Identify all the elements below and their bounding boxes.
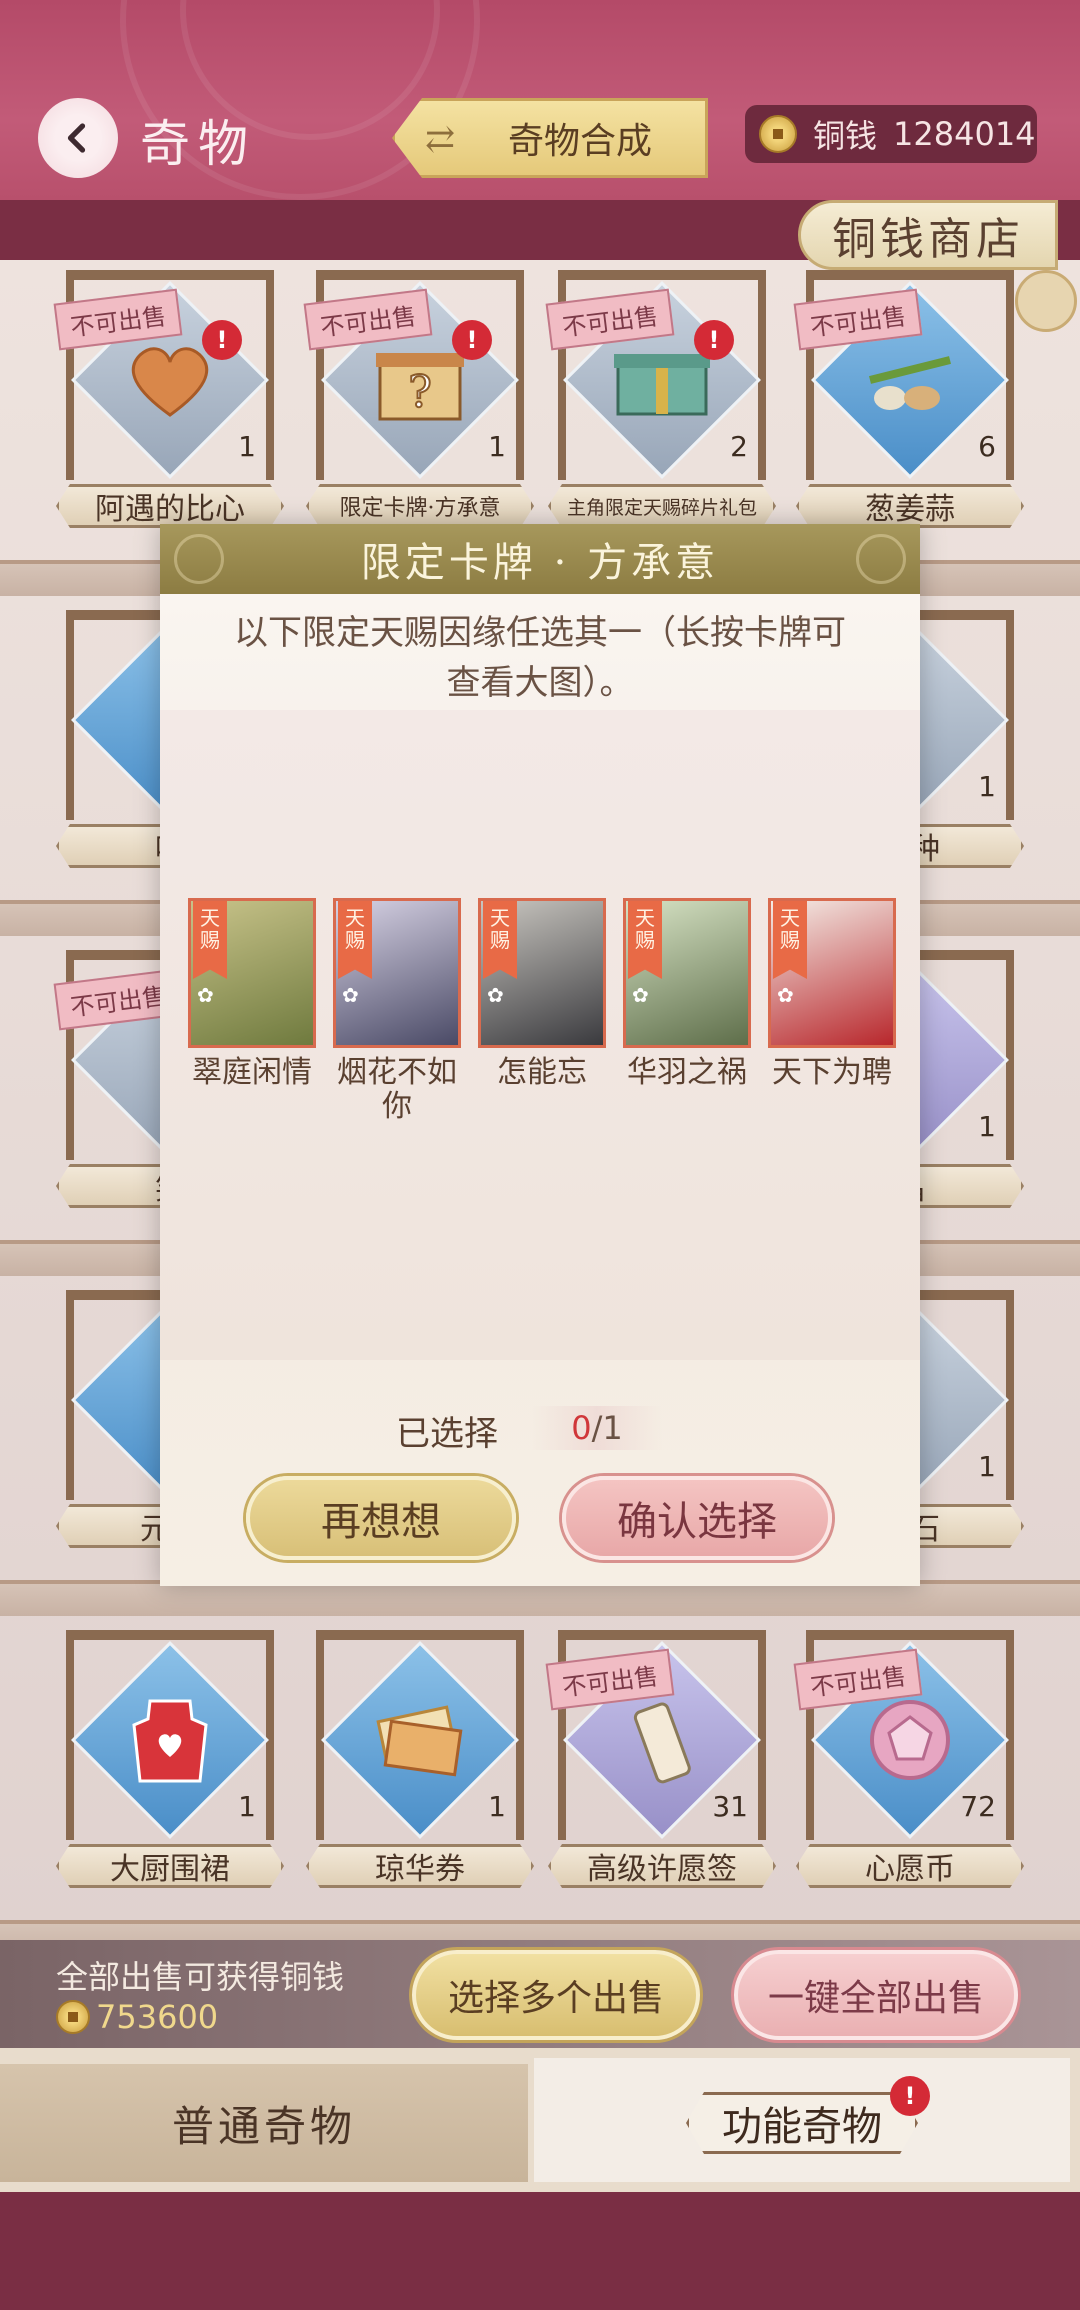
sell-total-value: 753600 [96,1998,219,2036]
ornament-icon [174,534,224,584]
alert-badge-icon: ! [890,2076,930,2116]
item-name: 心愿币 [796,1844,1024,1888]
tab-normal-items[interactable]: 普通奇物 [0,2064,528,2182]
tab-functional-items[interactable]: 功能奇物 ! [534,2058,1070,2182]
currency-label: 铜钱 [813,117,878,155]
card-ribbon: 天赐 [628,901,662,979]
synthesis-label: 奇物合成 [507,121,652,162]
card-name: 天下为聘 [772,1055,892,1090]
item-count: 72 [960,1790,996,1823]
wish-tag-icon [612,1690,712,1790]
dialog-title: 限定卡牌 · 方承意 [360,540,720,586]
flower-icon: ✿ [632,983,649,1007]
coin-icon [759,115,797,153]
shop-knob-icon [1015,270,1077,332]
item-count: 1 [978,1110,996,1143]
item-count: 31 [712,1790,748,1823]
card-image: 天赐 ✿ [768,898,896,1048]
wish-coin-icon [860,1690,960,1790]
card-name: 烟花不如你 [337,1055,457,1124]
card-select-dialog: 限定卡牌 · 方承意 以下限定天赐因缘任选其一（长按卡牌可查看大图）。 天赐 ✿… [160,524,920,1586]
footer-bar [0,2192,1080,2310]
back-button[interactable] [38,98,118,178]
currency-value: 1284014 [893,115,1036,153]
card-ribbon: 天赐 [338,901,372,979]
item-count: 1 [978,1450,996,1483]
card-image: 天赐 ✿ [623,898,751,1048]
ornament-icon [856,534,906,584]
currency-display: 铜钱 1284014 [745,105,1037,163]
item-slot[interactable]: 不可出售 ! 1 阿遇的比心 [53,270,284,540]
selected-max: /1 [591,1409,623,1447]
item-name: 主角限定天赐碎片礼包 [548,484,776,528]
flower-icon: ✿ [342,983,359,1007]
card-option[interactable]: 天赐 ✿ 怎能忘 [478,898,606,1090]
card-name: 怎能忘 [497,1055,587,1090]
item-count: 1 [488,430,506,463]
card-ribbon: 天赐 [483,901,517,979]
card-image: 天赐 ✿ [333,898,461,1048]
item-slot[interactable]: 不可出售 ! 2 主角限定天赐碎片礼包 [545,270,776,540]
voucher-icon [370,1690,470,1790]
alert-badge-icon: ! [202,320,242,360]
flower-icon: ✿ [487,983,504,1007]
item-slot[interactable]: 不可出售 6 葱姜蒜 [793,270,1024,540]
coin-icon [56,2000,90,2034]
vegetables-icon [860,330,960,430]
item-slot[interactable]: 1 琼华券 [306,1630,534,1900]
shelf-row-5: 1 大厨围裙 1 琼华券 不可出售 31 高级许愿签 不可出售 72 心愿币 [0,1620,1080,1960]
item-name: 葱姜蒜 [796,484,1024,528]
selected-counter: 0/1 [532,1406,662,1450]
item-slot[interactable]: 不可出售 72 心愿币 [793,1630,1024,1900]
top-bar: 奇物 ⇄ 奇物合成 铜钱 1284014 [0,0,1080,200]
card-option[interactable]: 天赐 ✿ 翠庭闲情 [188,898,316,1090]
item-name: 大厨围裙 [56,1844,284,1888]
item-slot[interactable]: 1 大厨围裙 [56,1630,284,1900]
item-name: 高级许愿签 [548,1844,776,1888]
alert-badge-icon: ! [452,320,492,360]
item-slot[interactable]: 不可出售 31 高级许愿签 [545,1630,776,1900]
item-name: 琼华券 [306,1844,534,1888]
item-name: 阿遇的比心 [56,484,284,528]
selected-count: 0 [571,1409,592,1447]
card-image: 天赐 ✿ [478,898,606,1048]
apron-icon [120,1690,220,1790]
cancel-button[interactable]: 再想想 [246,1476,516,1560]
item-count: 1 [238,1790,256,1823]
item-count: 2 [730,430,748,463]
tab-functional-label: 功能奇物 [686,2092,918,2154]
swap-arrows-icon: ⇄ [425,119,456,160]
sell-all-button[interactable]: 一键全部出售 [734,1950,1018,2040]
sell-multiple-button[interactable]: 选择多个出售 [412,1950,700,2040]
alert-badge-icon: ! [694,320,734,360]
card-name: 翠庭闲情 [192,1055,312,1090]
item-count: 1 [488,1790,506,1823]
item-name: 限定卡牌·方承意 [306,484,534,528]
item-count: 1 [978,770,996,803]
item-count: 6 [978,430,996,463]
selected-label: 已选择 [396,1414,498,1454]
sell-total: 753600 [56,1998,218,2036]
copper-shop-button[interactable]: 铜钱商店 [798,200,1058,270]
confirm-button[interactable]: 确认选择 [562,1476,832,1560]
card-ribbon: 天赐 [773,901,807,979]
card-option[interactable]: 天赐 ✿ 烟花不如你 [333,898,461,1124]
page-title: 奇物 [140,115,256,173]
dialog-header: 限定卡牌 · 方承意 [160,524,920,594]
sell-all-label: 全部出售可获得铜钱 [56,1958,345,1996]
svg-text:?: ? [408,367,432,418]
flower-icon: ✿ [777,983,794,1007]
card-name: 华羽之祸 [627,1055,747,1090]
card-image: 天赐 ✿ [188,898,316,1048]
synthesis-button[interactable]: ⇄ 奇物合成 [392,98,708,178]
flower-icon: ✿ [197,983,214,1007]
dialog-description: 以下限定天赐因缘任选其一（长按卡牌可查看大图）。 [234,613,846,703]
card-option[interactable]: 天赐 ✿ 天下为聘 [768,898,896,1090]
card-option[interactable]: 天赐 ✿ 华羽之祸 [623,898,751,1090]
item-slot[interactable]: ? 不可出售 ! 1 限定卡牌·方承意 [303,270,534,540]
item-count: 1 [238,430,256,463]
chevron-left-icon [67,123,86,153]
card-ribbon: 天赐 [193,901,227,979]
